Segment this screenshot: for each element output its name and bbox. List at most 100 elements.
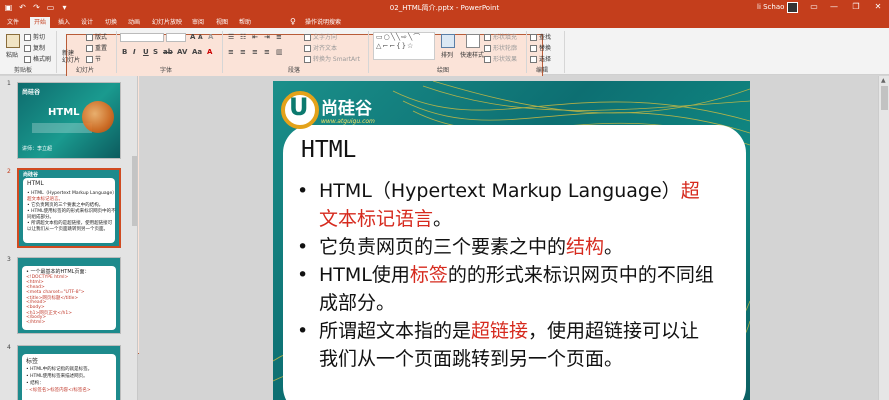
format-painter-label: 格式刷 [33, 56, 52, 63]
thumbnail-title: HTML [48, 107, 80, 118]
bullets-icon[interactable]: ☰ [228, 33, 234, 41]
tab-review[interactable]: 审阅 [189, 17, 207, 28]
tab-design[interactable]: 设计 [78, 17, 96, 28]
thumbnail-title: • 一个最基本的HTML页面： [26, 269, 90, 275]
slide-thumbnail-2[interactable]: 尚硅谷 HTML • HTML（Hypertext Markup Languag… [17, 168, 121, 248]
section-button[interactable]: 节 [86, 54, 101, 63]
ribbon-display-options-icon[interactable]: ▭ [807, 1, 821, 13]
scroll-up-icon[interactable]: ▲ [881, 77, 886, 84]
align-text-button[interactable]: 对齐文本 [304, 43, 337, 52]
text-direction-label: 文字方向 [313, 34, 338, 41]
bullet-text: HTML使用 [319, 264, 410, 286]
slide-thumbnail-1[interactable]: 尚硅谷 HTML 讲师：李立超 [17, 82, 121, 159]
avatar[interactable] [787, 2, 798, 13]
shape-outline-button[interactable]: 形状轮廓 [484, 43, 517, 52]
slides-group-label: 幻灯片 [76, 67, 95, 74]
shape-effects-label: 形状效果 [493, 56, 518, 63]
font-family-select[interactable] [120, 33, 164, 42]
font-color-icon[interactable]: A [207, 48, 212, 56]
clipboard-group-label: 剪贴板 [14, 67, 33, 74]
line-spacing-icon[interactable]: ≡ [276, 33, 282, 41]
increase-indent-icon[interactable]: ⇥ [264, 33, 270, 41]
section-label: 节 [95, 56, 102, 63]
change-case-icon[interactable]: Aa [192, 48, 202, 56]
bullet-icon: • [297, 320, 309, 342]
new-slide-button[interactable]: 新建 幻灯片 [62, 50, 80, 64]
maximize-icon[interactable]: ❐ [849, 1, 863, 13]
decrease-indent-icon[interactable]: ⇤ [252, 33, 258, 41]
search-icon [530, 34, 537, 41]
tab-animations[interactable]: 动画 [125, 17, 143, 28]
scrollbar-thumb[interactable] [881, 86, 888, 110]
paste-button[interactable]: 粘贴 [6, 50, 18, 59]
find-button[interactable]: 查找 [530, 32, 551, 41]
slide-thumbnail-3[interactable]: • 一个最基本的HTML页面： <!DOCTYPE html> <html> <… [17, 257, 121, 334]
select-button[interactable]: 选择 [530, 54, 551, 63]
align-center-icon[interactable]: ≡ [240, 48, 246, 56]
bullet-item: • 所谓超文本指的是超链接，使用超链接可以让我们从一个页面跳转到另一个页面。 [297, 317, 717, 373]
thumbnail-scrollbar[interactable] [132, 156, 137, 226]
text-direction-button[interactable]: 文字方向 [304, 32, 337, 41]
align-right-icon[interactable]: ≡ [252, 48, 258, 56]
justify-icon[interactable]: ≡ [264, 48, 270, 56]
tab-home[interactable]: 开始 [30, 17, 50, 28]
shadow-icon[interactable]: S [153, 48, 158, 56]
thumbnail-line: • 结构： [26, 381, 44, 386]
paintbrush-icon [24, 56, 31, 63]
shapes-gallery[interactable]: ▭○╲╲⇨╲⌒ △⌐⌐{}☆ [373, 32, 435, 60]
minimize-icon[interactable]: — [827, 1, 841, 13]
tab-slideshow[interactable]: 幻灯片放映 [150, 17, 184, 28]
quick-styles-button[interactable]: 快速样式 [460, 50, 484, 59]
thumbnail-code-line: </html> [26, 320, 46, 325]
pen-icon [484, 45, 491, 52]
slide-thumbnail-4[interactable]: 标签 • HTML中的标记指的就是标签。 • HTML使用标签来描述网页。 • … [17, 345, 121, 400]
layout-button[interactable]: 版式 [86, 32, 107, 41]
shape-effects-button[interactable]: 形状效果 [484, 54, 517, 63]
cut-button[interactable]: 剪切 [24, 32, 45, 41]
current-slide[interactable]: U 尚硅谷 www.atguigu.com HTML • HTML（Hypert… [273, 81, 750, 400]
paint-bucket-icon [484, 34, 491, 41]
section-icon [86, 56, 93, 63]
underline-icon[interactable]: U [143, 48, 149, 56]
char-spacing-icon[interactable]: AV [177, 48, 187, 56]
format-painter-button[interactable]: 格式刷 [24, 54, 51, 63]
shrink-font-icon[interactable]: A [198, 34, 203, 41]
reset-button[interactable]: 重置 [86, 43, 107, 52]
user-name[interactable]: li Schao [757, 3, 784, 11]
columns-icon[interactable]: ▥ [276, 48, 283, 56]
tab-view[interactable]: 视图 [213, 17, 231, 28]
quick-styles-icon[interactable] [466, 34, 480, 48]
grow-font-icon[interactable]: A [190, 33, 195, 41]
lightbulb-icon: ♀ [290, 17, 296, 26]
align-left-icon[interactable]: ≡ [228, 48, 234, 56]
cut-label: 剪切 [33, 34, 46, 41]
copy-button[interactable]: 复制 [24, 43, 45, 52]
slide-title[interactable]: HTML [301, 137, 356, 163]
shape-fill-button[interactable]: 形状填充 [484, 32, 517, 41]
replace-button[interactable]: 替换 [530, 43, 551, 52]
tab-help[interactable]: 帮助 [236, 17, 254, 28]
bold-icon[interactable]: B [122, 48, 127, 56]
smartart-button[interactable]: 转换为 SmartArt [304, 54, 360, 63]
arrange-icon[interactable] [441, 34, 455, 48]
bullet-highlight: 结构 [566, 236, 605, 258]
drawing-group-label: 绘图 [437, 67, 450, 74]
close-icon[interactable]: ✕ [871, 1, 885, 13]
smartart-label: 转换为 SmartArt [313, 56, 360, 63]
shape-fill-label: 形状填充 [493, 34, 518, 41]
clear-formatting-icon[interactable]: A [208, 33, 213, 41]
logo-url: www.atguigu.com [321, 118, 375, 125]
strikethrough-icon[interactable]: ab [163, 48, 173, 56]
paste-icon[interactable] [6, 34, 20, 48]
slide-body[interactable]: • HTML（Hypertext Markup Language）超文本标记语言… [297, 177, 717, 373]
tab-file[interactable]: 文件 [4, 17, 22, 28]
tab-insert[interactable]: 插入 [55, 17, 73, 28]
font-size-select[interactable] [166, 33, 186, 42]
numbering-icon[interactable]: ☷ [240, 33, 246, 41]
tell-me-search[interactable]: 操作说明搜索 [300, 17, 346, 28]
arrange-button[interactable]: 排列 [441, 50, 453, 59]
align-text-icon [304, 45, 311, 52]
italic-icon[interactable]: I [133, 48, 136, 56]
tab-transitions[interactable]: 切换 [102, 17, 120, 28]
editor-scrollbar[interactable]: ▲ [878, 76, 889, 400]
